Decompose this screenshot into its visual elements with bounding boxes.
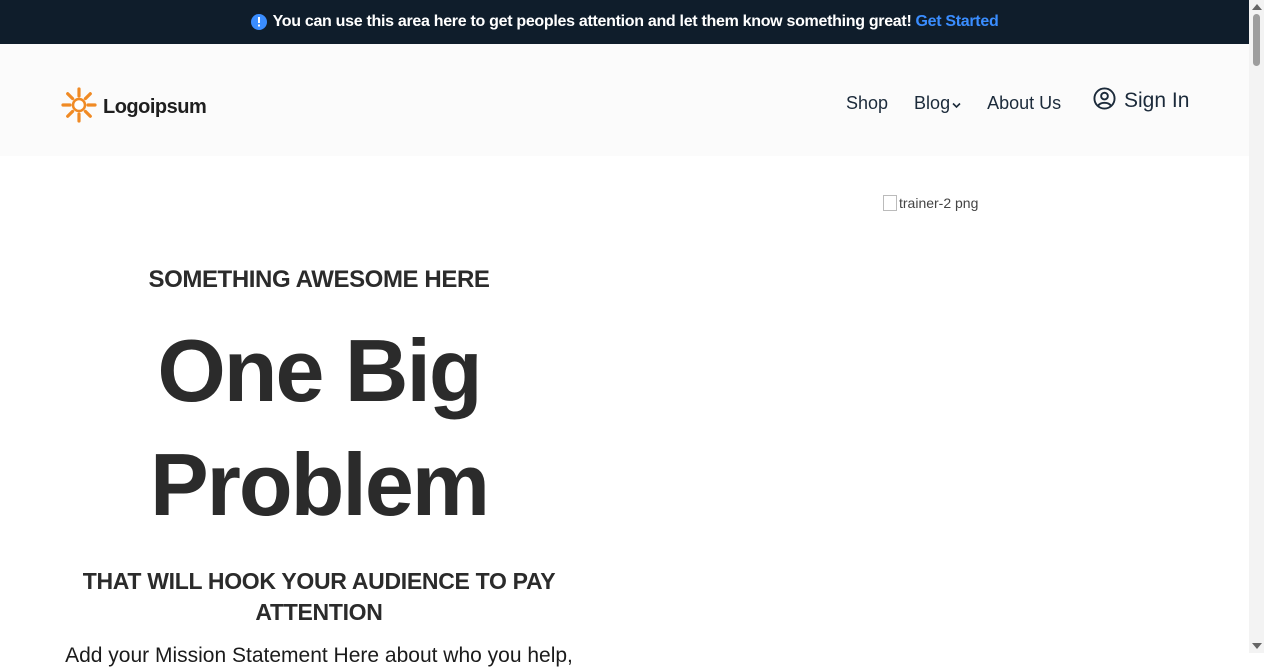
- sign-in-button[interactable]: Sign In: [1093, 87, 1189, 115]
- main-nav: Shop Blog About Us: [846, 93, 1087, 114]
- logo[interactable]: Logoipsum: [61, 87, 207, 128]
- user-circle-icon: [1093, 87, 1116, 115]
- announcement-bar: You can use this area here to get people…: [0, 0, 1249, 44]
- nav-item-label: About Us: [987, 93, 1062, 113]
- scroll-up-arrow-icon[interactable]: [1252, 4, 1262, 10]
- hero-image: trainer-2 png: [883, 195, 978, 211]
- info-icon: [250, 14, 267, 30]
- site-header: Logoipsum Shop Blog About Us Sign In: [0, 44, 1249, 156]
- headline-line-1: One Big: [157, 321, 482, 420]
- mission-statement: Add your Mission Statement Here about wh…: [65, 644, 573, 667]
- nav-item-label: Shop: [846, 93, 889, 113]
- chevron-down-icon: [952, 93, 961, 114]
- nav-item-blog[interactable]: Blog: [914, 93, 961, 114]
- scroll-thumb[interactable]: [1253, 14, 1260, 66]
- headline-line-2: Problem: [149, 435, 490, 534]
- hero-section: SOMETHING AWESOME HERE One Big Problem T…: [40, 266, 598, 668]
- hero-image-alt: trainer-2 png: [899, 195, 979, 211]
- nav-item-label: Blog: [914, 93, 951, 113]
- scroll-down-arrow-icon[interactable]: [1252, 643, 1262, 649]
- announcement-text: You can use this area here to get people…: [272, 13, 912, 30]
- nav-item-about-us[interactable]: About Us: [987, 93, 1061, 114]
- hero-subhead: THAT WILL HOOK YOUR AUDIENCE TO PAY ATTE…: [82, 568, 556, 625]
- sun-logo-icon: [61, 87, 97, 128]
- hero-eyebrow: SOMETHING AWESOME HERE: [148, 266, 490, 293]
- vertical-scrollbar[interactable]: [1249, 0, 1264, 653]
- get-started-link[interactable]: Get Started: [915, 13, 998, 31]
- nav-item-shop[interactable]: Shop: [846, 93, 888, 114]
- broken-image-icon: [883, 195, 897, 211]
- hero-headline: One Big Problem: [40, 314, 598, 542]
- sign-in-label: Sign In: [1124, 89, 1190, 112]
- logo-text: Logoipsum: [103, 96, 207, 118]
